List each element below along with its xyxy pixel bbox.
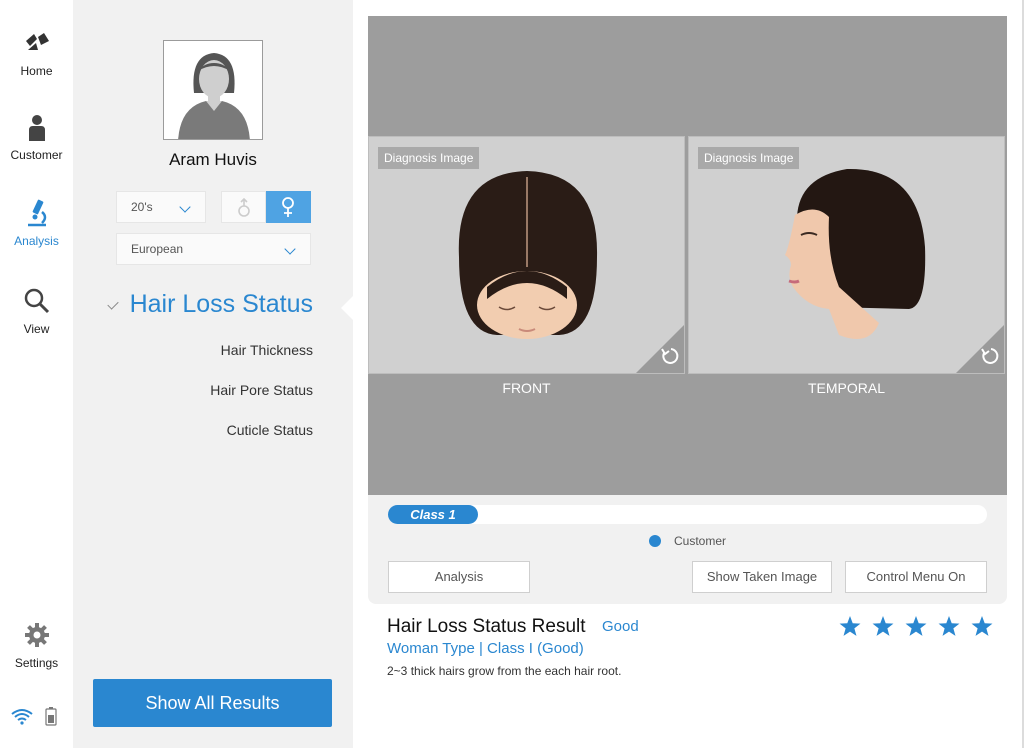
nav-analysis-label: Analysis [14, 234, 59, 248]
chevron-down-icon [179, 201, 191, 213]
rotate-icon[interactable] [636, 325, 684, 373]
temporal-label: TEMPORAL [807, 380, 885, 396]
gender-male-button[interactable] [221, 191, 266, 223]
customer-name: Aram Huvis [169, 150, 257, 169]
star-icon [938, 616, 960, 636]
nav-analysis[interactable]: Analysis [0, 198, 73, 248]
microscope-icon [27, 199, 46, 227]
nav-view-label: View [23, 322, 50, 336]
age-select-value: 20's [131, 200, 153, 214]
customer-avatar [163, 40, 263, 140]
class-progress-track: Class 1 [388, 505, 987, 524]
battery-icon [45, 707, 57, 726]
front-label: FRONT [502, 380, 551, 396]
home-logo-icon [25, 33, 49, 50]
ethnicity-select[interactable]: European [116, 233, 311, 265]
rotate-icon[interactable] [956, 325, 1004, 373]
star-icon [905, 616, 927, 636]
woman-avatar-icon [164, 41, 262, 139]
menu-hair-loss-status[interactable]: Hair Loss Status [130, 290, 313, 319]
class-progress-fill: Class 1 [388, 505, 478, 524]
show-taken-image-button[interactable]: Show Taken Image [692, 561, 832, 593]
image-viewer: Diagnosis Image Diagnosis Image FRONT TE… [368, 16, 1007, 495]
gear-icon [24, 623, 49, 647]
gender-female-button[interactable] [266, 191, 311, 223]
female-symbol-icon [282, 197, 294, 217]
profile-panel: Aram Huvis 20's European Hair Loss Statu… [73, 0, 353, 748]
star-icon [872, 616, 894, 636]
selection-pointer [341, 296, 353, 320]
menu-cuticle-status[interactable]: Cuticle Status [227, 422, 313, 438]
status-indicators [11, 707, 57, 726]
nav-home[interactable]: Home [0, 28, 73, 78]
menu-hair-pore-status[interactable]: Hair Pore Status [210, 382, 313, 398]
nav-customer-label: Customer [10, 148, 63, 162]
control-panel: Class 1 Customer Analysis Show Taken Ima… [368, 495, 1007, 604]
result-title: Hair Loss Status Result [387, 616, 586, 637]
chevron-down-icon [284, 243, 296, 255]
nav-rail: Home Customer Analysis View Settings [0, 0, 73, 748]
star-icon [839, 616, 861, 636]
nav-settings-label: Settings [14, 656, 59, 670]
person-icon [28, 115, 45, 141]
show-all-results-button[interactable]: Show All Results [93, 679, 332, 727]
nav-customer[interactable]: Customer [0, 112, 73, 162]
nav-view[interactable]: View [0, 286, 73, 336]
result-grade: Good [602, 618, 639, 635]
customer-legend-label: Customer [674, 534, 727, 548]
temporal-image-tag: Diagnosis Image [698, 147, 800, 169]
ethnicity-select-value: European [131, 242, 184, 256]
search-icon [24, 288, 49, 314]
control-menu-button[interactable]: Control Menu On [845, 561, 987, 593]
rating-stars [839, 616, 993, 636]
customer-legend-dot [649, 535, 661, 547]
male-symbol-icon [238, 197, 250, 217]
nav-home-label: Home [20, 64, 53, 78]
analysis-button[interactable]: Analysis [388, 561, 530, 593]
front-image-panel[interactable]: Diagnosis Image [368, 136, 685, 374]
age-select[interactable]: 20's [116, 191, 206, 223]
temporal-image-panel[interactable]: Diagnosis Image [688, 136, 1005, 374]
result-type: Woman Type | Class I (Good) [387, 640, 584, 657]
checkmark-icon [107, 298, 119, 310]
front-image-tag: Diagnosis Image [378, 147, 480, 169]
star-icon [971, 616, 993, 636]
nav-settings[interactable]: Settings [0, 620, 73, 670]
result-description: 2~3 thick hairs grow from the each hair … [387, 664, 622, 678]
wifi-icon [11, 709, 33, 725]
menu-hair-thickness[interactable]: Hair Thickness [221, 342, 313, 358]
